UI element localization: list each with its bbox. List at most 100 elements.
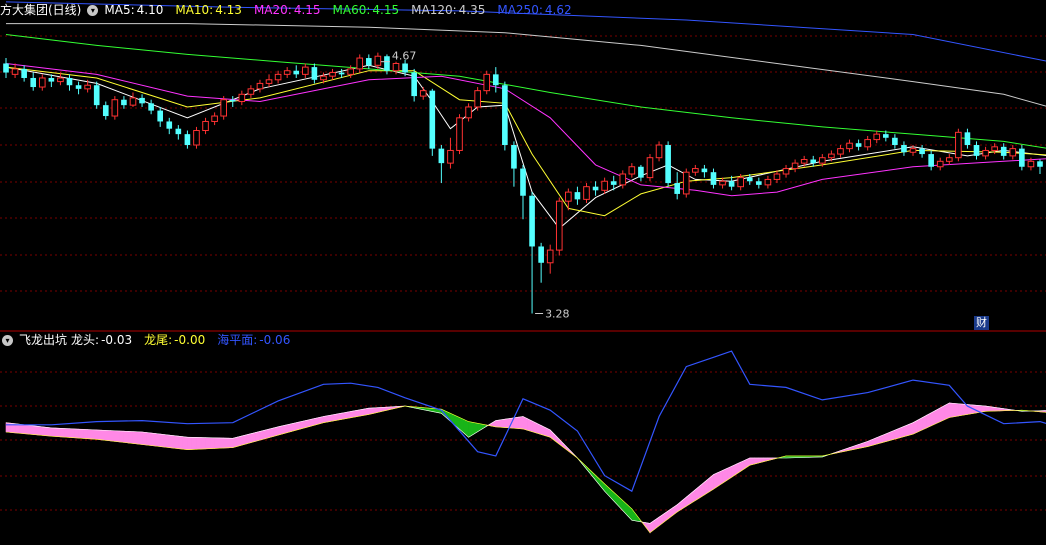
- fill-segment: [463, 419, 469, 438]
- candle-body: [483, 73, 491, 92]
- fill-segment: [37, 425, 43, 436]
- candle-body: [265, 79, 273, 84]
- fill-segment: [164, 434, 170, 448]
- candle-body: [157, 110, 164, 122]
- fill-segment: [191, 437, 197, 450]
- ma-line-ma20: [5, 63, 1046, 197]
- fill-segment: [200, 437, 206, 450]
- candle-28: [256, 79, 264, 93]
- candle-24: [220, 96, 227, 120]
- candle-body: [828, 153, 835, 159]
- fill-segment: [264, 428, 270, 440]
- candle-86: [782, 164, 790, 178]
- candle-body: [21, 68, 27, 78]
- candle-66: [601, 177, 608, 194]
- candle-body: [955, 131, 962, 159]
- candle-body: [646, 157, 654, 179]
- candle-31: [283, 67, 291, 78]
- fill-segment: [944, 402, 950, 421]
- candle-106: [964, 128, 971, 149]
- fill-segment: [255, 431, 261, 442]
- candle-body: [610, 181, 617, 185]
- fill-segment: [196, 437, 202, 450]
- candle-body: [274, 73, 282, 81]
- fill-segment: [504, 418, 510, 429]
- fill-segment: [23, 424, 29, 435]
- candle-body: [121, 99, 127, 106]
- candle-18: [166, 117, 173, 135]
- candle-58: [529, 192, 535, 314]
- main-chart-header: 方大集团(日线) ▾ MA5: 4.10 MA10: 4.13 MA20: 4.15 MA6…: [0, 1, 590, 19]
- fill-segment: [146, 432, 152, 446]
- candle-body: [193, 130, 200, 146]
- fill-segment: [60, 427, 66, 438]
- fill-segment: [518, 416, 524, 430]
- candle-body: [674, 183, 681, 194]
- candle-96: [873, 130, 881, 144]
- candle-body: [302, 66, 309, 75]
- candle-3: [30, 72, 37, 91]
- candle-19: [175, 125, 182, 140]
- fill-segment: [273, 426, 279, 437]
- fill-segment: [268, 427, 274, 439]
- candle-36: [329, 68, 336, 80]
- candle-2: [21, 65, 27, 82]
- fill-segment: [599, 478, 605, 493]
- candle-body: [502, 85, 508, 146]
- candle-body: [57, 77, 64, 83]
- fill-segment: [155, 433, 161, 447]
- candle-0: [3, 58, 9, 78]
- chevron-down-icon[interactable]: ▾: [2, 334, 13, 346]
- finance-badge[interactable]: 财: [974, 316, 989, 330]
- candle-body: [665, 145, 671, 184]
- fill-segment: [332, 413, 338, 422]
- candle-104: [945, 154, 953, 165]
- fill-segment: [73, 428, 79, 439]
- candle-body: [901, 145, 907, 153]
- candle-1: [11, 63, 19, 78]
- fill-segment: [128, 431, 134, 444]
- candle-body: [565, 191, 572, 202]
- candle-body: [384, 56, 390, 71]
- candle-63: [574, 186, 581, 205]
- candle-body: [102, 105, 109, 117]
- candle-body: [229, 99, 236, 102]
- candle-34: [311, 63, 318, 84]
- fill-segment: [363, 407, 370, 416]
- candle-22: [202, 117, 209, 135]
- fill-segment: [114, 430, 120, 443]
- fill-segment: [82, 429, 88, 439]
- candle-body: [411, 72, 417, 97]
- candle-body: [1009, 148, 1017, 157]
- candle-83: [756, 177, 762, 189]
- candle-body: [1027, 160, 1035, 168]
- fill-segment: [949, 402, 955, 418]
- fill-segment: [105, 430, 111, 442]
- candle-26: [238, 90, 246, 106]
- candle-55: [502, 81, 508, 151]
- chevron-down-icon[interactable]: ▾: [87, 4, 99, 16]
- fill-segment: [187, 436, 193, 450]
- candle-body: [293, 70, 300, 75]
- chart-title: 方大集团(日线): [0, 3, 82, 17]
- fill-segment: [953, 403, 959, 418]
- candle-body: [628, 166, 636, 175]
- candle-107: [973, 141, 980, 160]
- fill-segment: [173, 435, 179, 449]
- candle-body: [374, 55, 382, 66]
- ma-ma120: MA120: 4.35: [411, 3, 486, 17]
- candle-body: [202, 120, 209, 132]
- candle-79: [719, 177, 726, 189]
- fill-segment: [214, 437, 220, 449]
- candle-111: [1009, 145, 1017, 160]
- candle-93: [846, 139, 853, 153]
- candle-14: [129, 92, 137, 107]
- candle-body: [247, 88, 255, 95]
- candle-50: [456, 114, 463, 155]
- candle-body: [601, 180, 608, 191]
- fill-segment: [150, 432, 156, 447]
- fill-segment: [168, 434, 175, 449]
- fill-segment: [78, 428, 84, 439]
- candle-11: [102, 101, 109, 120]
- candle-27: [247, 85, 255, 98]
